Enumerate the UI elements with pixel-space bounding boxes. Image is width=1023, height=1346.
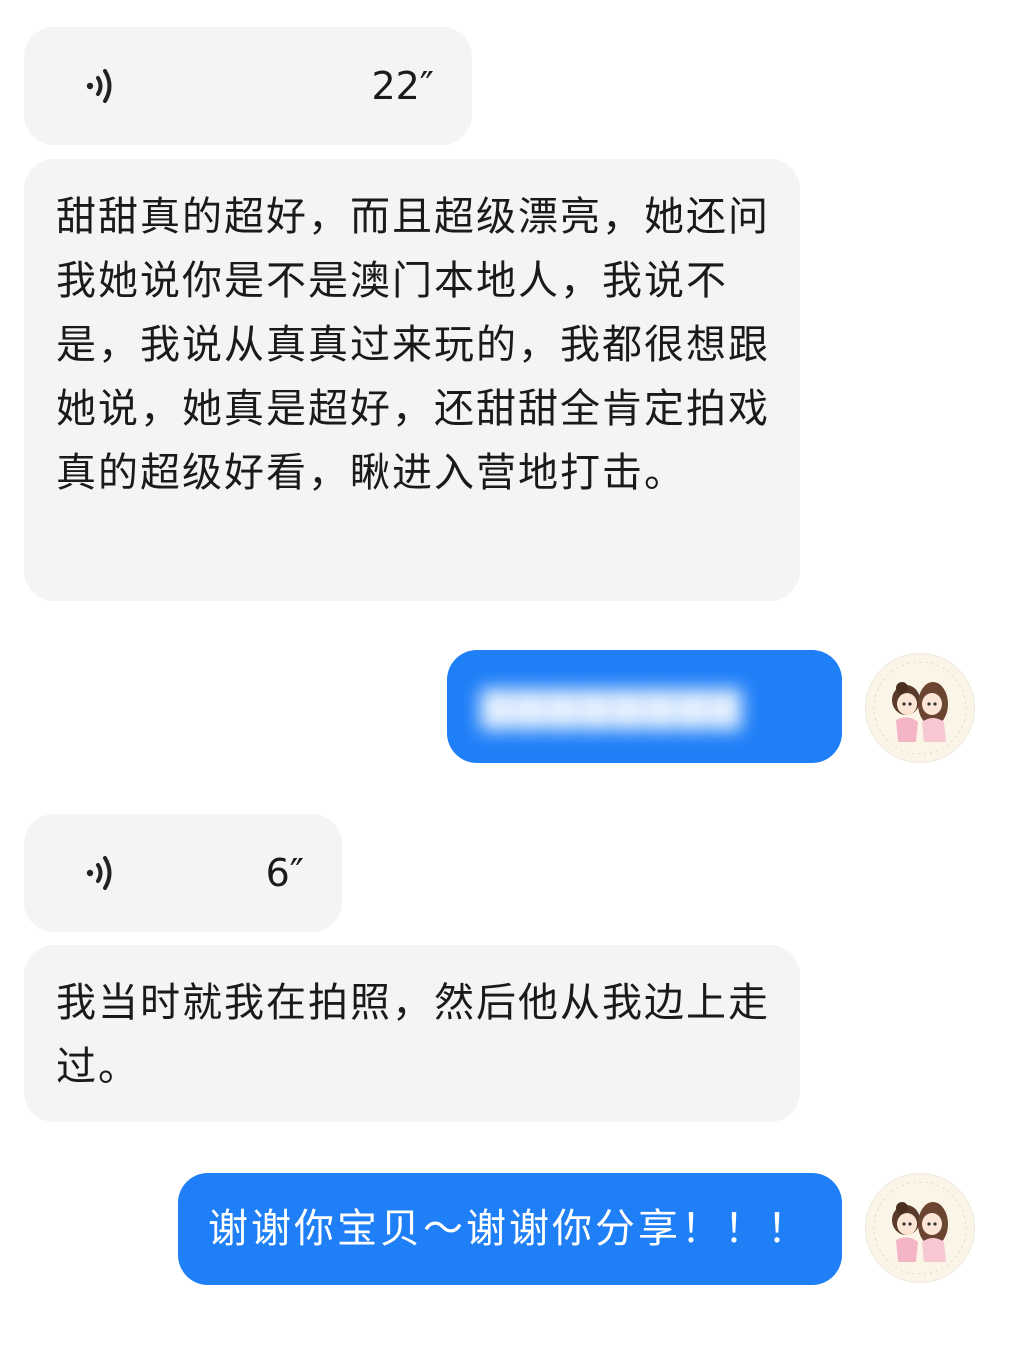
voice-message-bubble[interactable]: 22″: [24, 27, 472, 145]
outgoing-message-bubble[interactable]: ▇▇▇▇▇▇▇▇: [447, 650, 842, 763]
message-text: 我当时就我在拍照，然后他从我边上走过。: [56, 980, 770, 1090]
voice-message-bubble[interactable]: 6″: [24, 814, 342, 932]
redacted-message-text: ▇▇▇▇▇▇▇▇: [481, 683, 744, 730]
avatar-image: [866, 1174, 974, 1282]
avatar-image: [866, 654, 974, 762]
voice-wave-icon: [86, 69, 112, 103]
outgoing-message-bubble[interactable]: 谢谢你宝贝～谢谢你分享！！！: [178, 1173, 842, 1285]
voice-duration: 6″: [265, 851, 304, 895]
voice-wave-icon: [86, 856, 112, 890]
text-message-bubble[interactable]: 我当时就我在拍照，然后他从我边上走过。: [24, 945, 800, 1122]
text-message-bubble[interactable]: 甜甜真的超好，而且超级漂亮，她还问我她说你是不是澳门本地人，我说不是，我说从真真…: [24, 159, 800, 601]
message-text: 甜甜真的超好，而且超级漂亮，她还问我她说你是不是澳门本地人，我说不是，我说从真真…: [56, 194, 770, 496]
message-text: 谢谢你宝贝～谢谢你分享！！！: [208, 1206, 810, 1252]
user-avatar[interactable]: [866, 1174, 974, 1282]
voice-duration: 22″: [371, 64, 434, 108]
user-avatar[interactable]: [866, 654, 974, 762]
